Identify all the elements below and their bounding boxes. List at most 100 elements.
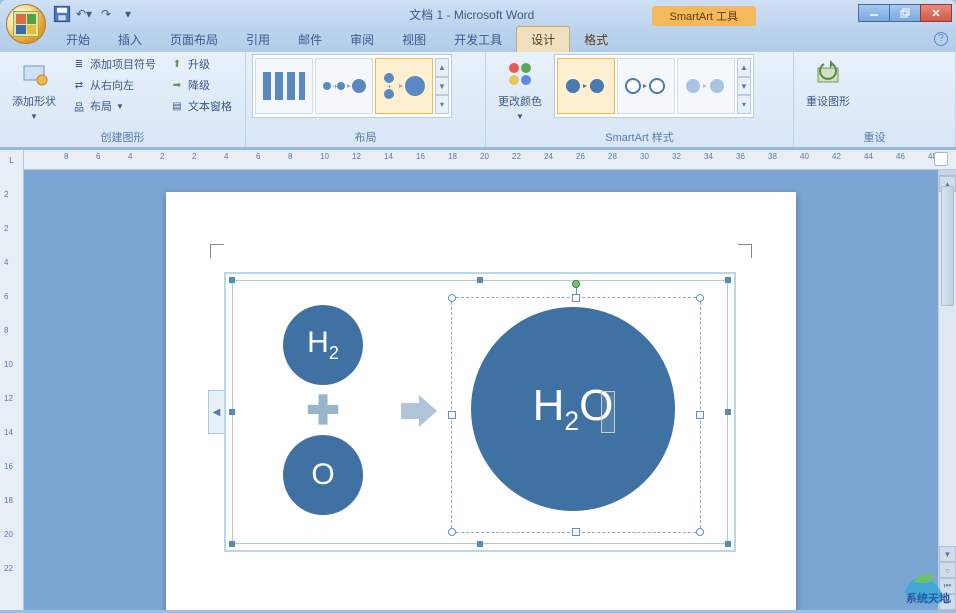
smartart-frame[interactable]: ◀ H2 ✚ O xyxy=(224,272,736,552)
qat-customize-icon[interactable]: ▾ xyxy=(118,4,138,24)
tab-review[interactable]: 审阅 xyxy=(336,27,388,52)
resize-handle[interactable] xyxy=(572,294,580,302)
document-area: 2246810121416182022 ◀ H2 xyxy=(0,170,956,610)
group-label-reset: 重设 xyxy=(800,127,949,147)
gallery-scroll: ▲ ▼ ▾ xyxy=(435,58,449,114)
rtl-button[interactable]: ⇄从右向左 xyxy=(68,75,160,95)
office-button[interactable] xyxy=(6,4,46,44)
vertical-scrollbar[interactable]: ▲ ▼ ○ ⏮ ⏭ xyxy=(938,170,956,610)
resize-handle[interactable] xyxy=(572,528,580,536)
frame-handle[interactable] xyxy=(477,277,483,283)
text-pane-toggle[interactable]: ◀ xyxy=(208,390,224,434)
rotation-handle[interactable] xyxy=(572,280,580,288)
smartart-node-h2[interactable]: H2 xyxy=(283,305,363,385)
margin-marker xyxy=(210,244,224,258)
style-option-3[interactable] xyxy=(677,58,735,114)
horizontal-ruler[interactable]: L 86422468101214161820222426283032343638… xyxy=(0,150,956,170)
frame-handle[interactable] xyxy=(229,277,235,283)
tab-design[interactable]: 设计 xyxy=(516,26,570,52)
help-icon[interactable]: ? xyxy=(934,32,948,46)
gallery-down-icon[interactable]: ▼ xyxy=(435,77,449,96)
resize-handle[interactable] xyxy=(448,528,456,536)
gallery-up-icon[interactable]: ▲ xyxy=(435,58,449,77)
frame-handle[interactable] xyxy=(229,409,235,415)
scroll-down-icon[interactable]: ▼ xyxy=(939,546,956,562)
styles-gallery[interactable]: ▲ ▼ ▾ xyxy=(554,54,754,118)
layout-label: 布局 xyxy=(90,98,112,114)
group-reset: 重设图形 重设 xyxy=(794,52,956,147)
selection-frame[interactable] xyxy=(451,297,701,533)
arrow-icon xyxy=(397,389,441,433)
page: ◀ H2 ✚ O xyxy=(166,192,796,610)
tab-page-layout[interactable]: 页面布局 xyxy=(156,27,232,52)
smartart-node-o[interactable]: O xyxy=(283,435,363,515)
layout-option-3[interactable]: + xyxy=(375,58,433,114)
node-text: H2 xyxy=(307,326,339,364)
tab-insert[interactable]: 插入 xyxy=(104,27,156,52)
layout-option-2[interactable]: + xyxy=(315,58,373,114)
scroll-thumb[interactable] xyxy=(941,186,954,306)
style-option-2[interactable] xyxy=(617,58,675,114)
frame-handle[interactable] xyxy=(229,541,235,547)
promote-button[interactable]: ⬆升级 xyxy=(166,54,236,74)
add-shape-button[interactable]: 添加形状 ▼ xyxy=(6,54,62,125)
split-handle[interactable] xyxy=(939,170,956,176)
frame-handle[interactable] xyxy=(725,541,731,547)
demote-button[interactable]: ➡降级 xyxy=(166,75,236,95)
ruler-h-scale: 8642246810121416182022242628303234363840… xyxy=(24,150,956,169)
resize-handle[interactable] xyxy=(448,294,456,302)
layouts-gallery[interactable]: + + ▲ ▼ ▾ xyxy=(252,54,452,118)
document-viewport[interactable]: ◀ H2 ✚ O xyxy=(24,170,938,610)
close-button[interactable] xyxy=(920,4,952,22)
rtl-icon: ⇄ xyxy=(72,78,86,92)
contextual-tab-header: SmartArt 工具 xyxy=(652,6,756,26)
group-label-layouts: 布局 xyxy=(252,127,479,147)
tab-mailings[interactable]: 邮件 xyxy=(284,27,336,52)
ruler-corner[interactable]: L xyxy=(0,150,24,170)
resize-handle[interactable] xyxy=(448,411,456,419)
undo-icon[interactable]: ↶▾ xyxy=(74,4,94,24)
resize-handle[interactable] xyxy=(696,528,704,536)
style-option-1[interactable] xyxy=(557,58,615,114)
ruler-view-toggle[interactable] xyxy=(934,152,948,166)
group-label-create: 创建图形 xyxy=(6,127,239,147)
gallery-more-icon[interactable]: ▾ xyxy=(435,95,449,114)
frame-handle[interactable] xyxy=(725,277,731,283)
text-pane-button[interactable]: ▤文本窗格 xyxy=(166,96,236,116)
svg-text:+: + xyxy=(387,82,392,91)
layout-icon: 品 xyxy=(72,99,86,113)
dropdown-icon: ▼ xyxy=(516,112,524,121)
tab-format[interactable]: 格式 xyxy=(570,27,622,52)
gallery-up-icon[interactable]: ▲ xyxy=(737,58,751,77)
tab-developer[interactable]: 开发工具 xyxy=(440,27,516,52)
browse-object-icon[interactable]: ○ xyxy=(939,562,956,578)
add-bullet-button[interactable]: ≣添加项目符号 xyxy=(68,54,160,74)
change-colors-label: 更改颜色 xyxy=(498,93,542,109)
gallery-more-icon[interactable]: ▾ xyxy=(737,95,751,114)
tab-view[interactable]: 视图 xyxy=(388,27,440,52)
tab-references[interactable]: 引用 xyxy=(232,27,284,52)
textpane-icon: ▤ xyxy=(170,99,184,113)
tab-home[interactable]: 开始 xyxy=(52,27,104,52)
plus-icon: ✚ xyxy=(305,393,341,429)
dropdown-icon: ▼ xyxy=(30,112,38,121)
layout-option-1[interactable] xyxy=(255,58,313,114)
reset-graphic-button[interactable]: 重设图形 xyxy=(800,54,856,113)
demote-label: 降级 xyxy=(188,77,210,93)
layout-button[interactable]: 品布局 ▼ xyxy=(68,96,160,116)
frame-handle[interactable] xyxy=(725,409,731,415)
change-colors-button[interactable]: 更改颜色 ▼ xyxy=(492,54,548,125)
vertical-ruler[interactable]: 2246810121416182022 xyxy=(0,170,24,610)
promote-icon: ⬆ xyxy=(170,57,184,71)
resize-handle[interactable] xyxy=(696,294,704,302)
redo-icon[interactable]: ↷ xyxy=(96,4,116,24)
dropdown-icon: ▼ xyxy=(116,102,124,111)
maximize-button[interactable] xyxy=(889,4,921,22)
quick-access-toolbar: ↶▾ ↷ ▾ xyxy=(52,4,138,24)
minimize-button[interactable] xyxy=(858,4,890,22)
gallery-scroll: ▲ ▼ ▾ xyxy=(737,58,751,114)
gallery-down-icon[interactable]: ▼ xyxy=(737,77,751,96)
resize-handle[interactable] xyxy=(696,411,704,419)
frame-handle[interactable] xyxy=(477,541,483,547)
save-icon[interactable] xyxy=(52,4,72,24)
